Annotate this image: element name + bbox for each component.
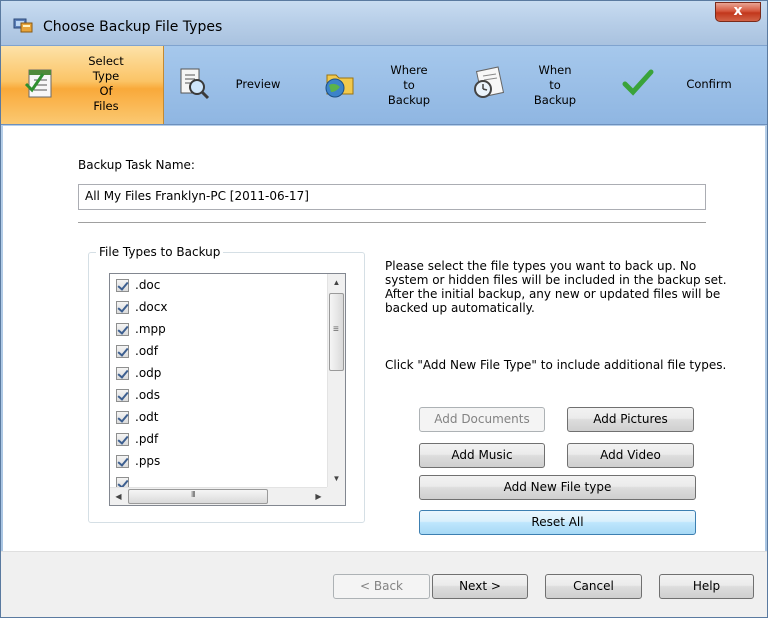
checkbox-checked-icon[interactable] — [116, 344, 129, 358]
reset-all-button[interactable]: Reset All — [419, 510, 696, 535]
checkbox-checked-icon[interactable] — [116, 410, 129, 424]
step-label: Select Type Of Files — [88, 54, 124, 113]
file-type-label: .doc — [135, 278, 161, 292]
list-item[interactable]: .doc — [110, 274, 327, 296]
add-video-button[interactable]: Add Video — [567, 443, 694, 468]
wizard-footer: < Back Next > Cancel Help — [1, 551, 767, 617]
list-item[interactable]: .mpp — [110, 318, 327, 340]
step-confirm[interactable]: Confirm — [611, 46, 767, 124]
scroll-corner — [327, 487, 345, 505]
step-preview[interactable]: Preview — [165, 46, 317, 124]
preview-icon — [180, 68, 210, 100]
file-type-label: .mpp — [135, 322, 166, 336]
checkmark-icon — [622, 69, 654, 96]
file-type-label: .odp — [135, 366, 162, 380]
task-name-input[interactable]: All My Files Franklyn-PC [2011-06-17] — [78, 184, 706, 210]
checklist-icon — [24, 69, 52, 98]
task-name-label: Backup Task Name: — [78, 158, 195, 172]
backup-wizard-window: Choose Backup File Types x Select Type Of F… — [0, 0, 768, 618]
checkbox-checked-icon — [116, 476, 129, 487]
scroll-down-icon[interactable]: ▼ — [328, 470, 345, 487]
step-label: When to Backup — [533, 63, 577, 107]
horizontal-scrollbar[interactable]: ◀ ▶ — [110, 487, 327, 505]
checkbox-checked-icon[interactable] — [116, 432, 129, 446]
step-label: Where to Backup — [387, 63, 431, 107]
list-item-partial — [110, 472, 327, 487]
add-music-button[interactable]: Add Music — [419, 443, 545, 468]
app-icon — [13, 18, 33, 33]
title-bar: Choose Backup File Types x — [1, 1, 767, 45]
checkbox-checked-icon[interactable] — [116, 322, 129, 336]
add-pictures-button[interactable]: Add Pictures — [567, 407, 694, 432]
vertical-scrollbar[interactable]: ▲ ▼ — [327, 274, 345, 487]
wizard-step-bar: Select Type Of Files Preview Where to Backup — [1, 45, 767, 125]
file-type-label: .pdf — [135, 432, 159, 446]
back-button[interactable]: < Back — [333, 574, 430, 599]
file-type-label: .odf — [135, 344, 158, 358]
divider — [78, 222, 706, 223]
list-item[interactable]: .odf — [110, 340, 327, 362]
list-item[interactable]: .odp — [110, 362, 327, 384]
list-item[interactable]: .pps — [110, 450, 327, 472]
file-types-list[interactable]: .doc .docx .mpp .odf .odp .ods .odt .pdf .pps ▲ … — [109, 273, 346, 506]
checkbox-checked-icon[interactable] — [116, 388, 129, 402]
scroll-left-icon[interactable]: ◀ — [110, 488, 127, 505]
content-panel: Backup Task Name: All My Files Franklyn-… — [3, 126, 765, 551]
list-item[interactable]: .pdf — [110, 428, 327, 450]
vertical-scroll-thumb[interactable] — [329, 293, 344, 371]
checkbox-checked-icon[interactable] — [116, 454, 129, 468]
help-button[interactable]: Help — [659, 574, 754, 599]
checkbox-checked-icon[interactable] — [116, 366, 129, 380]
file-types-legend: File Types to Backup — [96, 245, 224, 259]
checkbox-checked-icon[interactable] — [116, 300, 129, 314]
scroll-right-icon[interactable]: ▶ — [310, 488, 327, 505]
step-label: Confirm — [686, 77, 732, 91]
file-types-items: .doc .docx .mpp .odf .odp .ods .odt .pdf .pps — [110, 274, 327, 487]
step-where-to-backup[interactable]: Where to Backup — [317, 46, 463, 124]
description-text: Please select the file types you want to… — [385, 259, 727, 315]
list-item[interactable]: .ods — [110, 384, 327, 406]
horizontal-scroll-thumb[interactable] — [128, 489, 268, 504]
file-type-label: .odt — [135, 410, 159, 424]
next-button[interactable]: Next > — [432, 574, 528, 599]
file-type-label: .ods — [135, 388, 161, 402]
add-file-type-hint: Click "Add New File Type" to include add… — [385, 358, 727, 372]
file-type-label: .pps — [135, 454, 161, 468]
step-select-type-of-files[interactable]: Select Type Of Files — [1, 46, 164, 124]
step-when-to-backup[interactable]: When to Backup — [463, 46, 611, 124]
scroll-up-icon[interactable]: ▲ — [328, 274, 345, 291]
list-item[interactable]: .odt — [110, 406, 327, 428]
file-types-group: File Types to Backup .doc .docx .mpp .odf .o… — [88, 245, 365, 523]
folder-globe-icon — [325, 74, 354, 98]
file-type-label: .docx — [135, 300, 168, 314]
close-button[interactable]: x — [715, 2, 761, 22]
cancel-button[interactable]: Cancel — [545, 574, 642, 599]
list-item[interactable]: .docx — [110, 296, 327, 318]
calendar-clock-icon — [474, 66, 505, 98]
window-title: Choose Backup File Types — [43, 19, 223, 35]
add-new-file-type-button[interactable]: Add New File type — [419, 475, 696, 500]
step-label: Preview — [235, 77, 281, 91]
checkbox-checked-icon[interactable] — [116, 278, 129, 292]
add-documents-button[interactable]: Add Documents — [419, 407, 545, 432]
